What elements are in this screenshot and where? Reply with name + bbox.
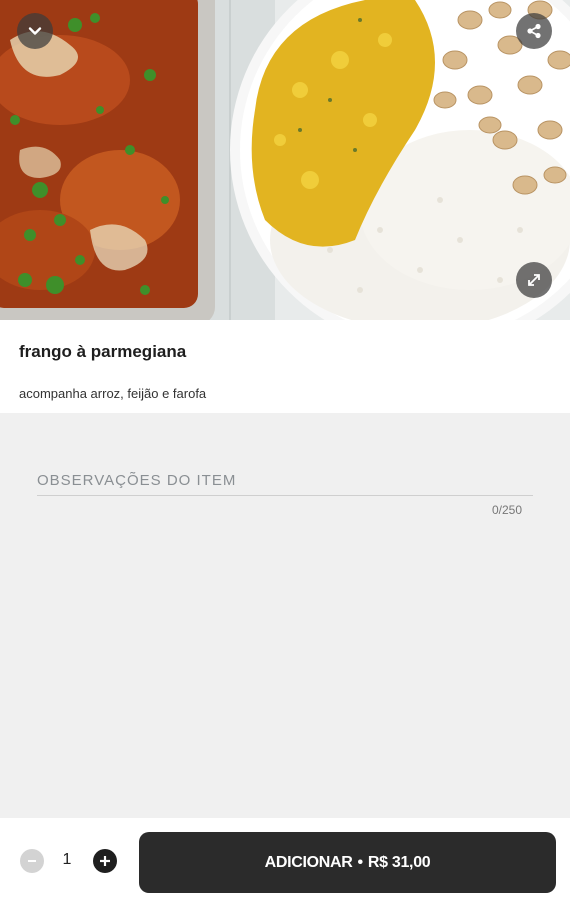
add-button-price: R$ 31,00 [367,853,431,871]
add-to-cart-button[interactable]: ADICIONAR • R$ 31,00 [139,832,556,893]
increase-quantity-button[interactable] [93,849,117,873]
item-notes-input[interactable] [37,465,533,496]
chevron-down-icon [28,27,42,35]
quantity-value: 1 [62,851,72,868]
item-name: frango à parmegiana [19,342,187,361]
notes-char-counter: 0/250 [491,503,522,517]
item-description: acompanha arroz, feijão e farofa [19,386,207,401]
minus-icon [28,860,36,862]
back-button[interactable] [17,13,53,49]
food-photo-illustration [0,0,570,320]
share-icon [527,23,541,39]
share-button[interactable] [516,13,552,49]
expand-image-button[interactable] [516,262,552,298]
expand-icon [528,274,540,286]
item-photo [0,0,570,320]
decrease-quantity-button[interactable] [20,849,44,873]
item-info: frango à parmegiana acompanha arroz, fei… [0,320,570,413]
notes-section: 0/250 [0,413,570,818]
plus-icon [100,856,110,866]
add-to-cart-bar: 1 ADICIONAR • R$ 31,00 [0,818,570,900]
add-button-separator: • [357,853,364,871]
add-button-label: ADICIONAR [264,853,353,871]
